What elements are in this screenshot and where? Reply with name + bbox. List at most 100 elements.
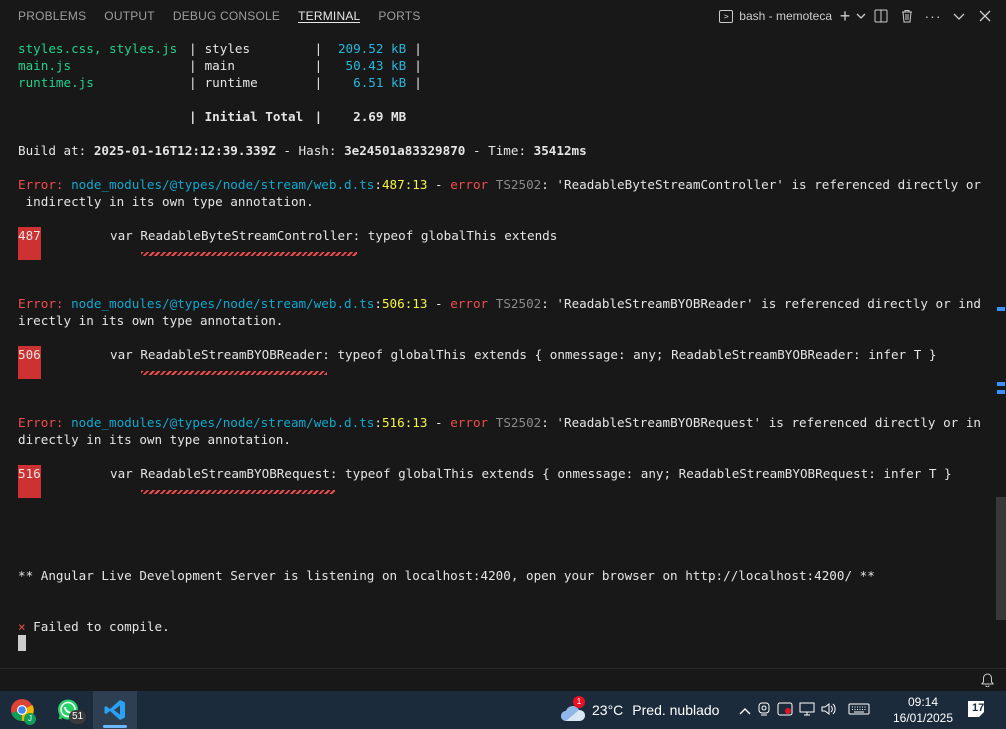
fail-message: Failed to compile.	[25, 619, 170, 634]
bundle-name: styles	[204, 41, 251, 56]
time-label: - Time:	[465, 143, 534, 158]
weather-text: Pred. nublado	[632, 702, 720, 718]
chevron-down-icon[interactable]	[854, 5, 868, 27]
table-sep: |	[189, 41, 197, 56]
bundle-files: main.js	[18, 58, 72, 73]
table-sep: |	[414, 58, 422, 73]
table-sep: |	[314, 109, 323, 124]
notification-count: 17	[972, 702, 985, 714]
error-code: TS2502	[495, 296, 542, 311]
terminal-output[interactable]: styles.css, styles.js | styles | 209.52 kB | …	[0, 32, 996, 668]
error-label: Error:	[18, 296, 72, 311]
colon: :	[374, 296, 382, 311]
build-info: Build at: 2025-01-16T12:12:39.339Z - Has…	[18, 142, 587, 159]
error-code-line: var ReadableStreamBYOBRequest: typeof gl…	[110, 466, 952, 481]
error-location: 506:13	[381, 296, 428, 311]
error-code-line: var ReadableByteStreamController: typeof…	[110, 228, 558, 243]
cloud-icon: 1	[560, 696, 586, 721]
fail-icon: ×	[18, 619, 26, 634]
bundle-row: main.js | main | 50.43 kB |	[18, 57, 422, 74]
temperature: 23°C	[592, 702, 624, 718]
bundle-size: 6.51 kB	[353, 75, 407, 90]
bundle-files: styles.css, styles.js	[18, 41, 178, 56]
error-word: error	[450, 296, 489, 311]
terminal-cursor	[18, 635, 26, 651]
error-message-cont: irectly in its own type annotation.	[18, 313, 284, 328]
error-code-line: var ReadableStreamBYOBReader: typeof glo…	[110, 347, 937, 362]
error-message-cont: indirectly in its own type annotation.	[18, 194, 314, 209]
error-label: Error:	[18, 177, 72, 192]
table-sep: |	[189, 58, 197, 73]
maximize-chevron-icon[interactable]	[946, 5, 972, 27]
weather-widget[interactable]: 1 23°C Pred. nublado	[560, 691, 719, 729]
colon: :	[374, 415, 382, 430]
compile-status: × Failed to compile.	[18, 618, 170, 635]
taskbar-app-whatsapp[interactable]: 51	[46, 691, 90, 729]
error-path[interactable]: node_modules/@types/node/stream/web.d.ts	[71, 296, 374, 311]
camera-icon[interactable]	[757, 702, 771, 719]
tab-terminal[interactable]: TERMINAL	[298, 0, 361, 23]
close-icon[interactable]	[972, 5, 998, 27]
status-strip	[0, 668, 1006, 691]
taskbar-app-vscode[interactable]	[93, 691, 137, 729]
table-sep: |	[314, 41, 323, 56]
error-squiggle	[141, 371, 327, 375]
trash-icon[interactable]	[894, 5, 920, 27]
bell-icon[interactable]	[981, 673, 994, 692]
table-sep: |	[189, 75, 197, 90]
error-line-number: 506	[18, 346, 41, 379]
terminal-name: bash - memoteca	[739, 9, 832, 23]
tab-ports[interactable]: PORTS	[378, 0, 420, 23]
build-hash: 3e24501a83329870	[344, 143, 466, 158]
error-code: TS2502	[495, 177, 542, 192]
error-path[interactable]: node_modules/@types/node/stream/web.d.ts	[71, 415, 374, 430]
table-sep: |	[189, 109, 197, 124]
error-word: error	[450, 415, 489, 430]
more-icon[interactable]: ···	[920, 5, 946, 27]
taskbar-app-chrome[interactable]: J	[0, 691, 44, 729]
build-prefix: Build at:	[18, 143, 94, 158]
bundle-size: 50.43 kB	[345, 58, 407, 73]
error-message: : 'ReadableByteStreamController' is refe…	[541, 177, 981, 192]
table-sep: |	[314, 58, 323, 73]
server-message: ** Angular Live Development Server is li…	[18, 568, 875, 583]
bundle-name: main	[204, 58, 235, 73]
clock[interactable]: 09:14 16/01/2025	[888, 694, 958, 726]
error-header: Error: node_modules/@types/node/stream/w…	[18, 295, 981, 312]
error-message: : 'ReadableStreamBYOBRequest' is referen…	[541, 415, 981, 430]
security-icon[interactable]	[777, 702, 793, 719]
tab-debug-console[interactable]: DEBUG CONSOLE	[173, 0, 280, 23]
dash: -	[427, 177, 451, 192]
error-path[interactable]: node_modules/@types/node/stream/web.d.ts	[71, 177, 374, 192]
scrollbar-marker	[997, 390, 1005, 394]
colon: :	[374, 177, 382, 192]
add-terminal-icon[interactable]: +	[836, 5, 854, 27]
error-label: Error:	[18, 415, 72, 430]
whatsapp-badge: 51	[69, 710, 87, 724]
table-sep: |	[414, 41, 422, 56]
terminal-scrollbar[interactable]	[996, 32, 1006, 668]
keyboard-icon[interactable]	[848, 703, 870, 718]
clock-date: 16/01/2025	[892, 711, 954, 725]
active-indicator	[103, 725, 127, 728]
terminal-icon: >	[719, 9, 734, 23]
profile-avatar: J	[24, 713, 36, 725]
clock-time: 09:14	[907, 695, 939, 709]
tab-problems[interactable]: PROBLEMS	[18, 0, 86, 23]
tab-output[interactable]: OUTPUT	[104, 0, 155, 23]
taskbar: J 51 1 23°C Pred. nublado 09:14 16/01/20…	[0, 691, 1006, 729]
scrollbar-thumb[interactable]	[996, 497, 1006, 620]
table-sep: |	[414, 75, 422, 90]
terminal-picker[interactable]: > bash - memoteca	[719, 9, 832, 23]
error-message-cont: directly in its own type annotation.	[18, 432, 291, 447]
error-header: Error: node_modules/@types/node/stream/w…	[18, 176, 981, 193]
volume-icon[interactable]	[821, 702, 837, 719]
split-terminal-icon[interactable]	[868, 5, 894, 27]
network-icon[interactable]	[799, 702, 815, 719]
error-code: TS2502	[495, 415, 542, 430]
error-line-number: 516	[18, 465, 41, 498]
dash: -	[427, 415, 451, 430]
notification-center[interactable]: 17	[966, 699, 988, 726]
chevron-up-icon[interactable]	[739, 703, 751, 718]
error-header: Error: node_modules/@types/node/stream/w…	[18, 414, 981, 431]
